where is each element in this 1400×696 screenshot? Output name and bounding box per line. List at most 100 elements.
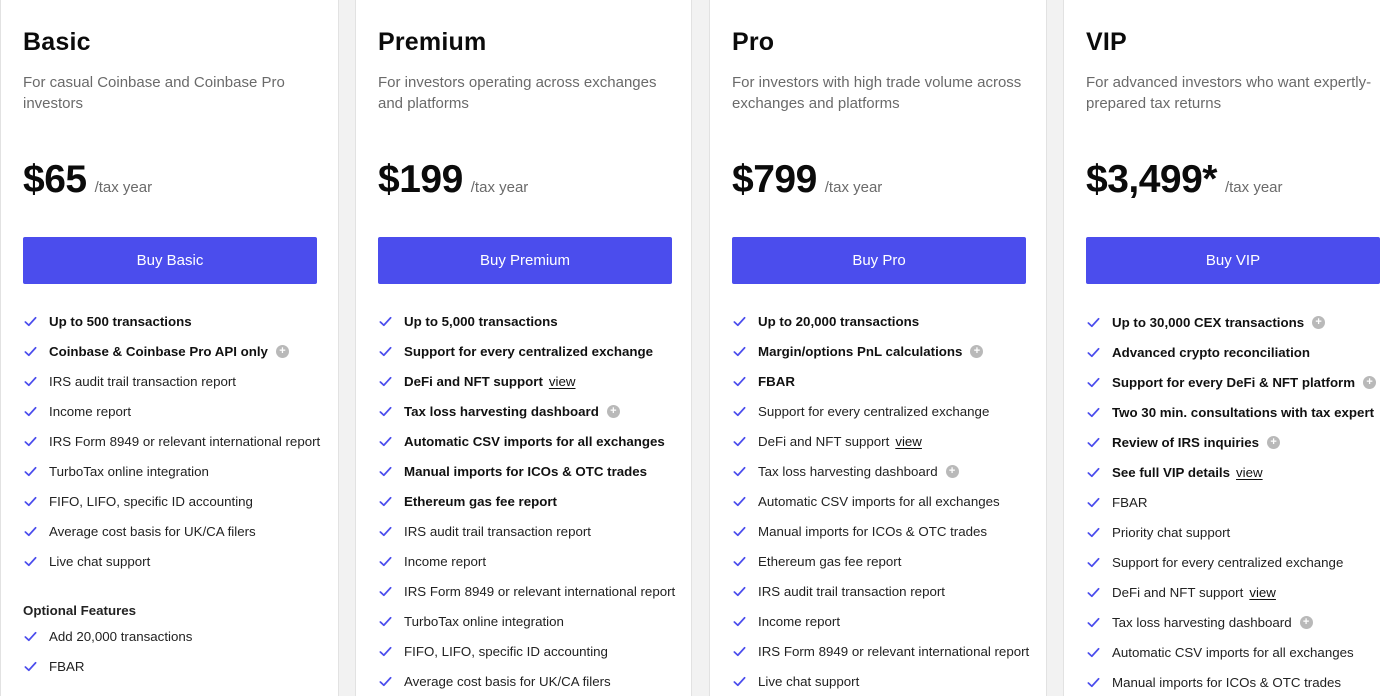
feature-item: Add 20,000 transactions <box>23 621 316 651</box>
feature-item: IRS Form 8949 or relevant international … <box>23 426 320 456</box>
check-icon <box>1086 555 1101 570</box>
feature-text: Tax loss harvesting dashboard <box>758 463 938 479</box>
plan-name: Premium <box>378 28 487 56</box>
check-icon <box>378 614 393 629</box>
info-icon[interactable]: + <box>275 344 289 358</box>
view-link[interactable]: view <box>895 434 922 449</box>
buy-premium-button[interactable]: Buy Premium <box>378 237 672 284</box>
feature-item: Automatic CSV imports for all exchanges <box>378 426 669 456</box>
check-icon <box>378 494 393 509</box>
price-row: $799/tax year <box>732 158 882 202</box>
feature-item: Live chat support <box>23 546 316 576</box>
feature-text: Support for every centralized exchange <box>758 403 990 419</box>
feature-text: DeFi and NFT support <box>1112 584 1244 600</box>
feature-text: Ethereum gas fee report <box>758 553 902 569</box>
feature-item: Tax loss harvesting dashboard + <box>732 456 1024 486</box>
view-link[interactable]: view <box>1236 465 1263 480</box>
feature-text: Automatic CSV imports for all exchanges <box>404 433 665 449</box>
check-icon <box>1086 345 1101 360</box>
price: $199 <box>378 158 463 201</box>
feature-text: FBAR <box>758 373 795 389</box>
feature-item: Ethereum gas fee report <box>378 486 669 516</box>
feature-item: Support for every centralized exchange <box>378 336 669 366</box>
feature-text: Average cost basis for UK/CA filers <box>49 523 256 539</box>
plan-name: Basic <box>23 28 91 56</box>
feature-text: FBAR <box>1112 494 1148 510</box>
check-icon <box>732 404 747 419</box>
feature-text: Live chat support <box>758 673 860 689</box>
feature-item: Average cost basis for UK/CA filers <box>378 666 669 696</box>
view-link[interactable]: view <box>1249 585 1276 600</box>
feature-item: Up to 5,000 transactions <box>378 306 669 336</box>
feature-item: Up to 30,000 CEX transactions + <box>1086 307 1378 337</box>
feature-item: IRS audit trail transaction report <box>732 576 1024 606</box>
check-icon <box>732 374 747 389</box>
feature-text: Priority chat support <box>1112 524 1231 540</box>
info-icon[interactable]: + <box>1299 615 1313 629</box>
feature-item: Average cost basis for UK/CA filers <box>23 516 316 546</box>
feature-text: Support for every DeFi & NFT platform <box>1112 374 1356 390</box>
feature-item: Manual imports for ICOs & OTC trades <box>1086 667 1378 696</box>
feature-item: DeFi and NFT support view <box>378 366 669 396</box>
feature-text: FIFO, LIFO, specific ID accounting <box>49 493 253 509</box>
feature-text: Manual imports for ICOs & OTC trades <box>404 463 648 479</box>
feature-item: Review of IRS inquiries + <box>1086 427 1378 457</box>
feature-item: See full VIP details view <box>1086 457 1378 487</box>
price-row: $65/tax year <box>23 158 152 202</box>
feature-item: Income report <box>378 546 669 576</box>
plan-description: For investors operating across exchanges… <box>378 74 657 112</box>
feature-item: Support for every DeFi & NFT platform + <box>1086 367 1378 397</box>
feature-text: Ethereum gas fee report <box>404 493 557 509</box>
feature-item: Two 30 min. consultations with tax exper… <box>1086 397 1378 427</box>
feature-item: Ethereum gas fee report <box>732 546 1024 576</box>
feature-item: IRS Form 8949 or relevant international … <box>378 576 675 606</box>
check-icon <box>1086 615 1101 630</box>
price: $65 <box>23 158 87 201</box>
check-icon <box>732 584 747 599</box>
feature-text: IRS audit trail transaction report <box>404 523 591 539</box>
check-icon <box>1086 525 1101 540</box>
feature-item: IRS audit trail transaction report <box>378 516 669 546</box>
feature-text: Tax loss harvesting dashboard <box>404 403 599 419</box>
feature-text: Two 30 min. consultations with tax exper… <box>1112 404 1375 420</box>
feature-text: Up to 500 transactions <box>49 313 192 329</box>
info-icon[interactable]: + <box>1312 315 1326 329</box>
info-icon[interactable]: + <box>1363 375 1377 389</box>
check-icon <box>378 524 393 539</box>
price: $799 <box>732 158 817 201</box>
feature-item: Manual imports for ICOs & OTC trades <box>378 456 669 486</box>
price-period: /tax year <box>94 179 153 196</box>
feature-text: Automatic CSV imports for all exchanges <box>758 493 1000 509</box>
feature-item: Manual imports for ICOs & OTC trades <box>732 516 1024 546</box>
feature-item: TurboTax online integration <box>23 456 316 486</box>
feature-text: Income report <box>758 613 841 629</box>
plan-description: For advanced investors who want expertly… <box>1086 74 1372 112</box>
check-icon <box>23 434 38 449</box>
check-icon <box>732 314 747 329</box>
check-icon <box>378 374 393 389</box>
check-icon <box>1086 645 1101 660</box>
feature-text: IRS audit trail transaction report <box>49 373 236 389</box>
price-row: $199/tax year <box>378 158 528 202</box>
check-icon <box>732 344 747 359</box>
feature-text: IRS Form 8949 or relevant international … <box>49 433 321 449</box>
feature-list: Up to 500 transactions Coinbase & Coinbas… <box>23 306 320 681</box>
feature-item: FBAR <box>23 651 316 681</box>
info-icon[interactable]: + <box>1267 435 1281 449</box>
buy-basic-button[interactable]: Buy Basic <box>23 237 317 284</box>
info-icon[interactable]: + <box>945 464 959 478</box>
view-link[interactable]: view <box>549 374 576 389</box>
feature-text: Manual imports for ICOs & OTC trades <box>758 523 988 539</box>
feature-text: Review of IRS inquiries <box>1112 434 1260 450</box>
info-icon[interactable]: + <box>606 404 620 418</box>
feature-item: Automatic CSV imports for all exchanges <box>732 486 1024 516</box>
buy-vip-button[interactable]: Buy VIP <box>1086 237 1380 284</box>
feature-item: FIFO, LIFO, specific ID accounting <box>23 486 316 516</box>
info-icon[interactable]: + <box>970 344 984 358</box>
buy-pro-button[interactable]: Buy Pro <box>732 237 1026 284</box>
check-icon <box>23 524 38 539</box>
check-icon <box>732 524 747 539</box>
plan-card-pro: Pro For investors with high trade volume… <box>709 0 1047 696</box>
check-icon <box>378 644 393 659</box>
feature-text: Coinbase & Coinbase Pro API only <box>49 343 268 359</box>
